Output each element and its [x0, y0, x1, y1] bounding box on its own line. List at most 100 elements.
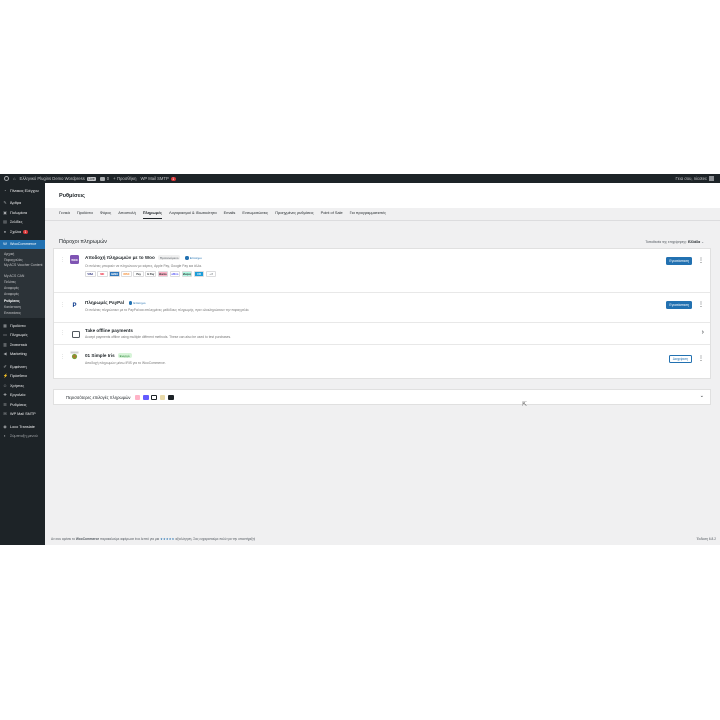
provider-row-offline[interactable]: ⋮ Take offline payments Accept payments … — [54, 323, 710, 344]
menu-media[interactable]: ▣ Πολυμέσα — [0, 208, 45, 218]
stripe-mark — [143, 394, 149, 401]
info-icon — [185, 256, 189, 260]
manage-iris-button[interactable]: Διαχείριση — [668, 355, 692, 363]
tab-advanced[interactable]: Προηγμένες ρυθμίσεις — [275, 210, 313, 219]
site-name-link[interactable]: Ελληνικό Plugins Demo Wordpress Live — [20, 176, 97, 181]
tab-emails[interactable]: Emails — [224, 210, 236, 219]
tab-payments[interactable]: Πληρωμές — [142, 210, 162, 219]
tab-products[interactable]: Προϊόντα — [77, 210, 93, 219]
page-header — [45, 183, 720, 208]
settings-tabs: Γενικά Προϊόντα Φόρος Αποστολή Πληρωμές … — [59, 210, 393, 219]
drag-handle-icon[interactable]: ⋮ — [60, 354, 65, 360]
provider-row-simple-iris: ⋮ 01 Simple Iris Ενεργό Αποδοχή πληρωμών … — [54, 345, 710, 379]
install-woopayments-button[interactable]: Εγκατάσταση — [666, 257, 692, 265]
provider-name: Αποδοχή πληρωμών με το Woo Προτεινόμενο Επ… — [85, 255, 202, 261]
afterpay-mark: afterpay — [181, 271, 193, 277]
home-icon[interactable]: ⌂ — [13, 176, 16, 181]
page-icon: ▤ — [3, 219, 7, 225]
menu-wp-mail-smtp[interactable]: ✉ WP Mail SMTP — [0, 410, 45, 420]
menu-products[interactable]: ▦ Προϊόντα — [0, 321, 45, 331]
smtp-link[interactable]: WP Mail SMTP 1 — [140, 176, 176, 181]
media-icon: ▣ — [3, 209, 7, 215]
submenu-acs-voucher[interactable]: My ACS Voucher Content — [0, 263, 45, 273]
visa-mark: VISA — [85, 271, 96, 277]
menu-loco-translate[interactable]: ◉ Loco Translate — [0, 422, 45, 432]
more-options-icon[interactable]: ⋮ — [698, 356, 704, 362]
paypal-logo: P — [72, 302, 77, 309]
klarna-mark — [134, 394, 141, 401]
menu-analytics[interactable]: ▥ Στατιστικά — [0, 340, 45, 350]
official-badge: Επίσημο — [127, 300, 147, 305]
tab-integrations[interactable]: Ενσωματώσεις — [242, 210, 268, 219]
mastercard-mark: MC — [97, 271, 108, 277]
apple-pay-mark: Pay — [133, 271, 144, 277]
version-text: Έκδοση 6.8.2 — [696, 537, 716, 541]
tab-accounts-privacy[interactable]: Λογαριασμοί & Ιδιωτικότητα — [169, 210, 217, 219]
footer-text: Αν σου αρέσει το WooCommerce παρακαλούμε… — [51, 537, 256, 541]
comments-count-badge: 1 — [23, 229, 28, 234]
drag-handle-icon[interactable]: ⋮ — [60, 257, 65, 263]
collapse-menu-button[interactable]: ◐ Σύμπτυξη μενού — [0, 432, 45, 442]
menu-payments[interactable]: ▭ Πληρωμές — [0, 331, 45, 341]
google-pay-mark: G Pay — [145, 271, 156, 277]
active-badge: Ενεργό — [117, 353, 132, 359]
more-options-icon[interactable]: ⋮ — [698, 258, 704, 264]
new-content-link[interactable]: + Προσθήκη — [113, 176, 136, 181]
wordpress-logo-icon[interactable] — [4, 176, 9, 181]
menu-woocommerce[interactable]: W WooCommerce — [0, 239, 45, 249]
comment-icon: ● — [3, 228, 7, 234]
main-content: Ρυθμίσεις Γενικά Προϊόντα Φόρος Αποστολή… — [45, 183, 720, 545]
tab-developers[interactable]: Για προγραμματιστές — [350, 210, 386, 219]
provider-row-woopayments: ⋮ woo Αποδοχή πληρωμών με το Woo Προτεινό… — [54, 249, 710, 292]
woo-logo: woo — [70, 255, 79, 264]
avatar — [709, 176, 714, 181]
tab-shipping[interactable]: Αποστολή — [118, 210, 135, 219]
recommended-badge: Προτεινόμενο — [157, 255, 181, 261]
chevron-down-icon: ⌄ — [701, 240, 704, 244]
airwallex-mark — [168, 394, 174, 401]
tab-tax[interactable]: Φόρος — [100, 210, 112, 219]
info-icon — [129, 301, 133, 305]
provider-name: Πληρωμές PayPal Επίσημο — [85, 300, 147, 305]
other-payment-options[interactable]: Περισσότερες επιλογές πληρωμών ⌄ — [53, 389, 711, 405]
tab-general[interactable]: Γενικά — [59, 210, 70, 219]
discover-mark: DISC — [121, 271, 132, 277]
drag-handle-icon[interactable]: ⋮ — [60, 302, 65, 308]
comments-link[interactable]: 0 — [100, 176, 109, 181]
cartes-bancaires-mark: CB — [193, 271, 205, 277]
rating-stars[interactable]: ★★★★★ — [160, 537, 174, 541]
menu-plugins[interactable]: ⚡ Πρόσθετα — [0, 372, 45, 382]
menu-tools[interactable]: ✚ Εργαλεία — [0, 391, 45, 401]
wrench-icon: ✚ — [3, 392, 7, 398]
more-options-icon[interactable]: ⋮ — [698, 302, 704, 308]
chevron-right-icon[interactable]: › — [702, 329, 704, 336]
megaphone-icon: ◀ — [3, 351, 7, 357]
submenu-extensions[interactable]: Επεκτάσεις — [0, 310, 45, 316]
menu-dashboard[interactable]: ◔ Πίνακας Ελέγχου — [0, 186, 45, 196]
account-menu[interactable]: Γεια σου, nicotec — [676, 174, 714, 183]
drag-handle-icon[interactable]: ⋮ — [60, 330, 65, 336]
collapse-icon: ◐ — [3, 433, 7, 439]
amex-mark: AMEX — [109, 271, 120, 277]
admin-sidebar: ◔ Πίνακας Ελέγχου ✎ Άρθρα ▣ Πολυμέσα ▤ Σελίδ… — [0, 183, 45, 545]
square-mark — [151, 394, 157, 401]
menu-comments[interactable]: ● Σχόλια 1 — [0, 227, 45, 237]
menu-marketing[interactable]: ◀ Marketing — [0, 350, 45, 360]
menu-pages[interactable]: ▤ Σελίδες — [0, 218, 45, 228]
tab-point-of-sale[interactable]: Point of Sale — [321, 210, 343, 219]
install-paypal-button[interactable]: Εγκατάσταση — [666, 301, 692, 309]
admin-bar: ⌂ Ελληνικό Plugins Demo Wordpress Live 0 … — [0, 174, 720, 183]
mollie-mark — [159, 394, 166, 401]
box-icon: ▦ — [3, 322, 7, 328]
menu-users[interactable]: ☺ Χρήστες — [0, 381, 45, 391]
menu-appearance[interactable]: ✐ Εμφάνιση — [0, 362, 45, 372]
page-title: Ρυθμίσεις — [59, 193, 85, 199]
provider-description: Αποδοχή πληρωμών μέσω IRIS για το WooCom… — [85, 361, 166, 365]
store-location-selector[interactable]: Τοποθεσία της επιχείρησης: Ελλάδα ⌄ — [645, 240, 704, 244]
menu-posts[interactable]: ✎ Άρθρα — [0, 199, 45, 209]
chevron-down-icon[interactable]: ⌄ — [700, 393, 704, 399]
menu-settings[interactable]: ☰ Ρυθμίσεις — [0, 400, 45, 410]
mail-icon: ✉ — [3, 411, 7, 417]
klarna-mark: klarna — [157, 271, 169, 277]
other-options-title: Περισσότερες επιλογές πληρωμών — [66, 395, 174, 401]
